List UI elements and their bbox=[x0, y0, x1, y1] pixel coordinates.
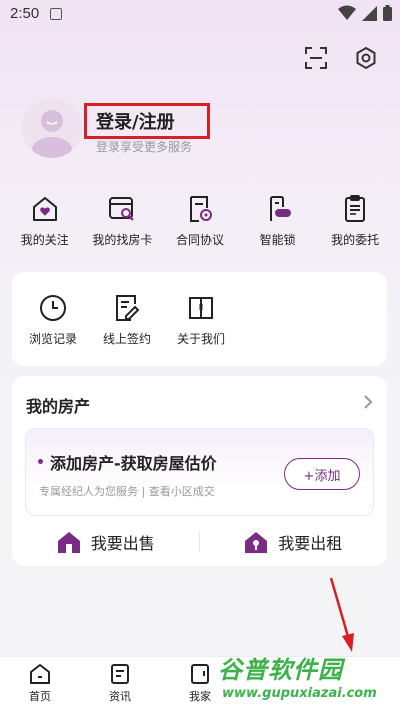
add-property-title: 添加房产-获取房屋估价 bbox=[50, 454, 217, 473]
tool-online-sign[interactable]: 线上签约 bbox=[90, 292, 164, 347]
my-property-card: 我的房产 添加房产-获取房屋估价 专属经纪人为您服务 | 查看小区成交 +添加 … bbox=[12, 376, 387, 566]
status-indicators bbox=[338, 5, 392, 21]
book-icon bbox=[185, 292, 217, 324]
status-time: 2:50 bbox=[10, 5, 40, 22]
wifi-icon bbox=[338, 5, 356, 20]
quick-action-label: 合同协议 bbox=[175, 233, 224, 247]
quick-action-label: 智能锁 bbox=[259, 233, 296, 247]
quick-action-smart-lock[interactable]: 智能锁 bbox=[241, 193, 315, 248]
tool-about-us[interactable]: 关于我们 bbox=[164, 292, 238, 347]
signal-icon bbox=[362, 5, 377, 21]
quick-action-label: 我的关注 bbox=[20, 233, 69, 247]
house-key-icon bbox=[245, 532, 268, 553]
chevron-right-icon[interactable] bbox=[363, 394, 373, 410]
sell-rent-row: 我要出售 我要出租 bbox=[12, 526, 387, 558]
nav-news[interactable]: 资讯 bbox=[80, 657, 160, 711]
login-register-link[interactable]: 登录/注册 bbox=[84, 103, 210, 139]
quick-action-label: 我的委托 bbox=[331, 233, 380, 247]
home-icon bbox=[30, 664, 50, 684]
sell-button[interactable]: 我要出售 bbox=[12, 526, 200, 558]
search-card-icon bbox=[106, 193, 138, 225]
quick-action-label: 我的找房卡 bbox=[92, 233, 153, 247]
login-title: 登录/注册 bbox=[96, 112, 175, 133]
nav-home[interactable]: 首页 bbox=[0, 657, 80, 711]
quick-action-search-card[interactable]: 我的找房卡 bbox=[85, 193, 159, 248]
add-property-panel: 添加房产-获取房屋估价 专属经纪人为您服务 | 查看小区成交 +添加 bbox=[25, 428, 374, 516]
avatar[interactable] bbox=[22, 98, 82, 158]
add-property-subtitle: 专属经纪人为您服务 | 查看小区成交 bbox=[39, 485, 215, 498]
clock-icon bbox=[37, 292, 69, 324]
quick-action-entrust[interactable]: 我的委托 bbox=[318, 193, 392, 248]
divider bbox=[199, 532, 200, 552]
contract-icon bbox=[184, 193, 216, 225]
quick-action-follow[interactable]: 我的关注 bbox=[8, 193, 82, 248]
profile-section[interactable]: 登录/注册 登录享受更多服务 bbox=[22, 98, 382, 160]
entrust-icon bbox=[339, 193, 371, 225]
house-icon bbox=[57, 532, 80, 553]
smart-lock-icon bbox=[262, 193, 294, 225]
nav-label: 我家 bbox=[189, 690, 211, 703]
sell-label: 我要出售 bbox=[90, 534, 155, 553]
nav-label: 资讯 bbox=[109, 690, 131, 703]
watermark-url: www.gupuxiazai.com bbox=[222, 686, 377, 701]
tool-label: 线上签约 bbox=[102, 332, 151, 346]
watermark: 谷普软件园 www.gupuxiazai.com bbox=[218, 648, 394, 708]
rent-label: 我要出租 bbox=[278, 534, 343, 553]
news-icon bbox=[111, 664, 129, 684]
status-bar: 2:50 bbox=[0, 0, 400, 30]
tool-label: 浏览记录 bbox=[28, 332, 77, 346]
notification-icon bbox=[50, 8, 62, 20]
rent-button[interactable]: 我要出租 bbox=[200, 526, 388, 558]
tool-label: 关于我们 bbox=[176, 332, 225, 346]
house-heart-icon bbox=[29, 193, 61, 225]
tools-card: 浏览记录 线上签约 关于我们 bbox=[12, 272, 387, 366]
settings-icon[interactable] bbox=[352, 44, 380, 72]
battery-icon bbox=[383, 5, 392, 21]
nav-label: 首页 bbox=[29, 690, 51, 703]
watermark-text: 谷普软件园 bbox=[218, 656, 343, 684]
add-property-button[interactable]: +添加 bbox=[284, 458, 360, 490]
sign-icon bbox=[111, 292, 143, 324]
tool-browse-history[interactable]: 浏览记录 bbox=[16, 292, 90, 347]
login-subtitle: 登录享受更多服务 bbox=[96, 140, 193, 154]
quick-actions: 我的关注 我的找房卡 合同协议 智能锁 我的委托 bbox=[0, 193, 400, 248]
bullet-dot bbox=[38, 459, 43, 464]
scan-icon[interactable] bbox=[302, 44, 330, 72]
myhome-icon bbox=[191, 664, 209, 684]
property-title: 我的房产 bbox=[26, 397, 91, 416]
top-actions bbox=[302, 44, 380, 72]
quick-action-contract[interactable]: 合同协议 bbox=[163, 193, 237, 248]
